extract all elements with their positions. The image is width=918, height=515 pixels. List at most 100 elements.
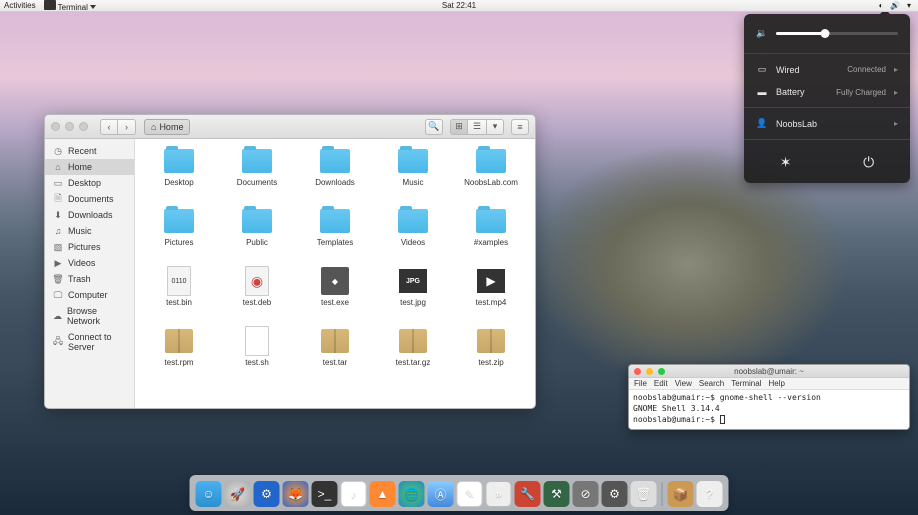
file-label: test.sh [245, 358, 269, 367]
user-row[interactable]: 👤 NoobsLab ▸ [744, 112, 910, 135]
file-item[interactable]: test.tar [297, 327, 373, 383]
file-item[interactable]: ▶test.mp4 [453, 267, 529, 323]
dock-term[interactable]: >_ [312, 481, 338, 507]
settings-button[interactable]: ✶ [780, 154, 792, 171]
file-label: Videos [401, 238, 425, 247]
menu-search[interactable]: Search [699, 379, 724, 388]
file-item[interactable]: Templates [297, 207, 373, 263]
app-menu[interactable]: Terminal [44, 0, 96, 12]
file-item[interactable]: Pictures [141, 207, 217, 263]
menu-view[interactable]: View [675, 379, 692, 388]
sidebar-item-music[interactable]: ♫Music [45, 223, 134, 239]
sidebar-item-trash[interactable]: 🗑Trash [45, 271, 134, 287]
video-icon: ▶ [53, 258, 63, 268]
accessibility-icon[interactable]: ◐ [876, 2, 886, 10]
sidebar-item-connect-to-server[interactable]: 🖧Connect to Server [45, 329, 134, 355]
file-item[interactable]: ◉test.deb [219, 267, 295, 323]
exe-icon: ◆ [320, 267, 350, 295]
dock-text[interactable]: ✎ [457, 481, 483, 507]
pkg-icon [398, 327, 428, 355]
close-button[interactable] [51, 122, 60, 131]
file-item[interactable]: 0110test.bin [141, 267, 217, 323]
maximize-button[interactable] [79, 122, 88, 131]
sidebar-item-videos[interactable]: ▶Videos [45, 255, 134, 271]
maximize-button[interactable] [658, 368, 665, 375]
view-icons-button[interactable]: ⊞ [450, 119, 468, 135]
dock-finder[interactable]: ☺ [196, 481, 222, 507]
forward-button[interactable]: › [118, 119, 136, 135]
file-item[interactable]: Videos [375, 207, 451, 263]
file-label: Pictures [165, 238, 194, 247]
sidebar-item-documents[interactable]: 🗎Documents [45, 191, 134, 207]
hamburger-menu-button[interactable]: ≡ [511, 119, 529, 135]
menu-help[interactable]: Help [768, 379, 784, 388]
location-home[interactable]: ⌂Home [144, 119, 190, 135]
file-item[interactable]: test.tar.gz [375, 327, 451, 383]
dock-ff[interactable]: 🦊 [283, 481, 309, 507]
file-item[interactable]: test.sh [219, 327, 295, 383]
sidebar-item-desktop[interactable]: ▭Desktop [45, 175, 134, 191]
file-label: Music [403, 178, 424, 187]
power-button[interactable]: ⏻ [863, 154, 874, 171]
volume-slider[interactable] [776, 32, 898, 35]
minimize-button[interactable] [646, 368, 653, 375]
sidebar-item-downloads[interactable]: ⬇Downloads [45, 207, 134, 223]
sidebar-item-pictures[interactable]: ▧Pictures [45, 239, 134, 255]
file-item[interactable]: Desktop [141, 147, 217, 203]
terminal-output[interactable]: noobslab@umair:~$ gnome-shell --version … [629, 390, 909, 429]
menu-terminal[interactable]: Terminal [731, 379, 761, 388]
file-item[interactable]: Documents [219, 147, 295, 203]
battery-row[interactable]: ▬ Battery Fully Charged ▸ [744, 81, 910, 103]
dock-tool[interactable]: 🔧 [515, 481, 541, 507]
dock-trash[interactable]: 🗑 [631, 481, 657, 507]
sys-icon: ⚙ [261, 487, 272, 501]
view-dropdown-button[interactable]: ▾ [486, 119, 504, 135]
sidebar-item-home[interactable]: ⌂Home [45, 159, 134, 175]
file-item[interactable]: #xamples [453, 207, 529, 263]
network-row[interactable]: ▭ Wired Connected ▸ [744, 58, 910, 81]
dock-disk[interactable]: ⊘ [573, 481, 599, 507]
home-icon: ⌂ [151, 122, 156, 132]
dock-vlc[interactable]: ▲ [370, 481, 396, 507]
tool-icon: 🔧 [520, 487, 535, 501]
close-button[interactable] [634, 368, 641, 375]
file-label: Downloads [315, 178, 355, 187]
file-item[interactable]: JPGtest.jpg [375, 267, 451, 323]
activities-button[interactable]: Activities [4, 1, 36, 10]
file-manager-window: ‹ › ⌂Home 🔍 ⊞ ☰ ▾ ≡ ◷Recent⌂Home▭Desktop… [44, 114, 536, 409]
minimize-button[interactable] [65, 122, 74, 131]
clock[interactable]: Sat 22:41 [442, 1, 476, 10]
dock-settings[interactable]: ⚙ [602, 481, 628, 507]
dock-store[interactable]: Ⓐ [428, 481, 454, 507]
fm-content[interactable]: DesktopDocuments Downloads Music NoobsLab.c… [135, 139, 535, 408]
sidebar-item-computer[interactable]: 🖵Computer [45, 287, 134, 303]
file-item[interactable]: test.zip [453, 327, 529, 383]
file-item[interactable]: ◆test.exe [297, 267, 373, 323]
file-item[interactable]: Downloads [297, 147, 373, 203]
menu-file[interactable]: File [634, 379, 647, 388]
file-item[interactable]: test.rpm [141, 327, 217, 383]
file-item[interactable]: Public [219, 207, 295, 263]
dock-launch[interactable]: 🚀 [225, 481, 251, 507]
sidebar-item-recent[interactable]: ◷Recent [45, 143, 134, 159]
dock-music[interactable]: ♪ [341, 481, 367, 507]
file-item[interactable]: NoobsLab.com [453, 147, 529, 203]
wired-icon: ▭ [756, 64, 768, 75]
desktop-icon: ▭ [53, 178, 63, 188]
dock-chev[interactable]: » [486, 481, 512, 507]
dock-box[interactable]: 📦 [668, 481, 694, 507]
dock-tweak[interactable]: ⚒ [544, 481, 570, 507]
view-list-button[interactable]: ☰ [468, 119, 486, 135]
dock-globe[interactable]: 🌐 [399, 481, 425, 507]
menu-edit[interactable]: Edit [654, 379, 668, 388]
search-button[interactable]: 🔍 [425, 119, 443, 135]
volume-icon[interactable]: 🔊 [890, 2, 900, 10]
globe-icon: 🌐 [404, 487, 419, 501]
folder-icon [398, 207, 428, 235]
back-button[interactable]: ‹ [100, 119, 118, 135]
file-item[interactable]: Music [375, 147, 451, 203]
sidebar-item-browse-network[interactable]: ☁Browse Network [45, 303, 134, 329]
dock-help[interactable]: ? [697, 481, 723, 507]
system-menu-toggle[interactable]: ▾ [904, 2, 914, 10]
dock-sys[interactable]: ⚙ [254, 481, 280, 507]
